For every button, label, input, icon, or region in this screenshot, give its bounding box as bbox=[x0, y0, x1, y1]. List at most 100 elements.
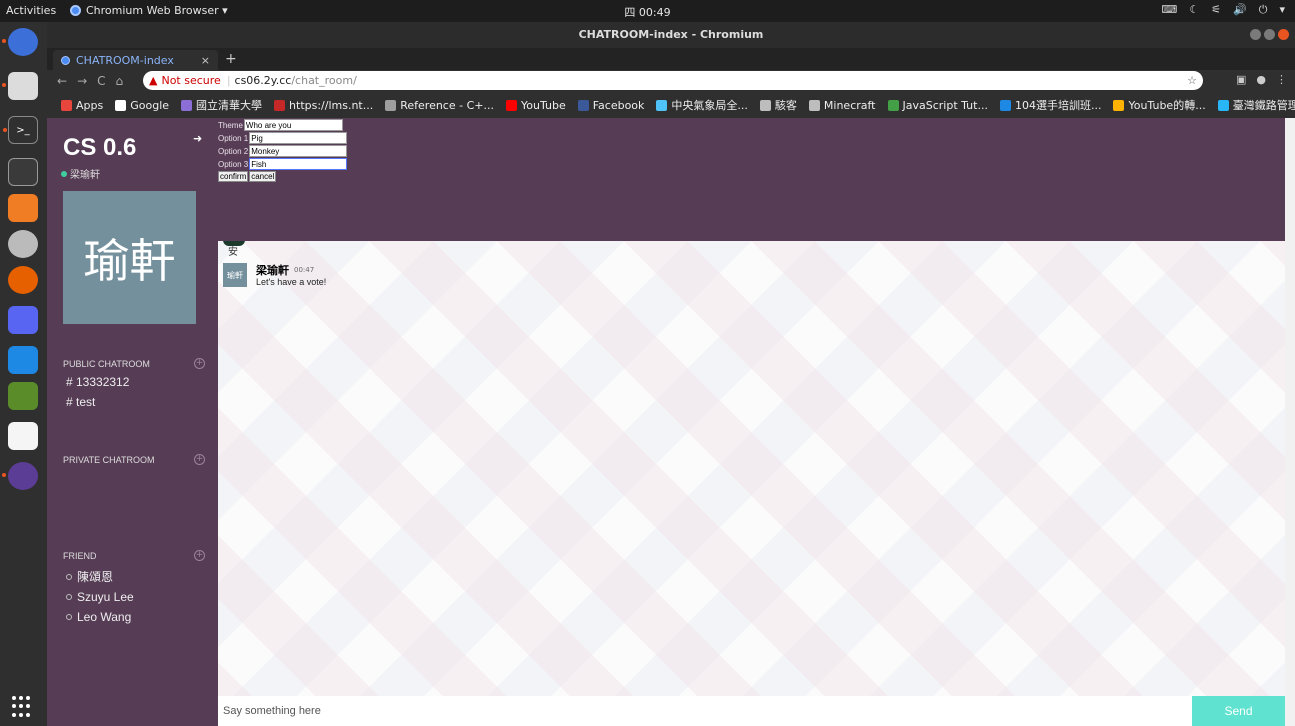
bookmark-item[interactable]: 駭客 bbox=[759, 97, 797, 113]
tab-strip: CHATROOM-index × + bbox=[47, 48, 1295, 70]
bookmark-item[interactable]: https://lms.nt... bbox=[274, 99, 373, 112]
bookmark-item[interactable]: Reference - C+... bbox=[385, 99, 494, 112]
friend-item[interactable]: 陳頌恩 bbox=[66, 568, 113, 585]
bookmark-item[interactable]: Google bbox=[115, 99, 169, 112]
bookmark-item[interactable]: JavaScript Tut... bbox=[887, 99, 988, 112]
tab-chatroom-index[interactable]: CHATROOM-index × bbox=[53, 50, 218, 70]
warning-icon: ▲ bbox=[149, 74, 158, 87]
close-tab-icon[interactable]: × bbox=[201, 54, 210, 67]
bookmark-label: Facebook bbox=[592, 98, 645, 112]
address-separator: | bbox=[226, 74, 231, 87]
show-applications-icon[interactable] bbox=[12, 696, 34, 718]
maximize-icon[interactable] bbox=[1264, 29, 1275, 40]
discord-dock-icon[interactable] bbox=[8, 306, 38, 334]
online-status-icon bbox=[61, 170, 67, 177]
bookmark-item[interactable]: YouTube的轉... bbox=[1113, 97, 1206, 113]
friend-item[interactable]: Szuyu Lee bbox=[66, 590, 134, 604]
bookmark-item[interactable]: YouTube bbox=[505, 99, 566, 112]
add-public-chatroom-icon[interactable]: + bbox=[194, 358, 205, 369]
sidebar: CS 0.6 ➜ 梁瑜軒 瑜軒 PUBLIC CHATROOM + # 1333… bbox=[47, 118, 218, 726]
bookmark-label: https://lms.nt... bbox=[289, 98, 374, 112]
bookmark-item[interactable]: 國立清華大學 bbox=[181, 97, 262, 113]
option3-input[interactable] bbox=[249, 158, 348, 170]
bookmark-item[interactable]: 104選手培訓班... bbox=[999, 97, 1101, 113]
chat-area: 安 瑜軒 梁瑜軒 00:47 Let's have a vote! Theme … bbox=[218, 118, 1285, 726]
files-dock-icon[interactable] bbox=[2, 72, 38, 100]
new-tab-icon[interactable]: + bbox=[225, 51, 237, 67]
friend-title: FRIEND bbox=[63, 551, 97, 561]
vote-panel: Theme Option 1 Option 2 Option 3 confirm bbox=[218, 118, 1285, 241]
profile-icon[interactable]: ● bbox=[1256, 73, 1266, 86]
url-host: cs06.2y.cc bbox=[234, 74, 292, 87]
send-button[interactable]: Send bbox=[1192, 696, 1285, 726]
home-icon[interactable]: ⌂ bbox=[116, 74, 124, 88]
address-bar[interactable]: ▲ Not secure | cs06.2y.cc /chat_room/ ☆ bbox=[143, 71, 1203, 90]
system-tray[interactable]: ⌨ ☾ ⚟ 🔊 ⏻ ▾ bbox=[1161, 3, 1285, 17]
menu-icon[interactable]: ⋮ bbox=[1276, 73, 1287, 86]
browser-window: CHATROOM-index - Chromium CHATROOM-index… bbox=[47, 22, 1295, 726]
writer-dock-icon[interactable] bbox=[8, 346, 38, 374]
reload-icon[interactable]: C bbox=[97, 74, 105, 88]
chromium-dock-icon[interactable] bbox=[2, 28, 38, 56]
bookmark-favicon-icon bbox=[61, 99, 72, 111]
close-window-icon[interactable] bbox=[1278, 29, 1289, 40]
minecraft-dock-icon[interactable] bbox=[8, 382, 38, 410]
bookmark-label: Reference - C+... bbox=[400, 98, 494, 112]
minimize-icon[interactable] bbox=[1250, 29, 1261, 40]
bookmark-item[interactable]: Apps bbox=[61, 99, 103, 112]
theme-input[interactable] bbox=[243, 119, 343, 131]
toolbar-extensions: ▣ ● ⋮ bbox=[1236, 73, 1287, 86]
back-icon[interactable]: ← bbox=[57, 74, 67, 88]
bookmark-favicon-icon bbox=[115, 99, 127, 111]
terminal-dock-icon[interactable]: >_ bbox=[3, 116, 38, 144]
vote-option3-row: Option 3 bbox=[218, 158, 348, 170]
app-menu[interactable]: Chromium Web Browser ▾ bbox=[70, 4, 228, 17]
room-item-test[interactable]: # test bbox=[66, 395, 95, 409]
window-controls bbox=[1250, 29, 1289, 40]
vote-option2-row: Option 2 bbox=[218, 145, 348, 157]
option1-input[interactable] bbox=[249, 132, 348, 144]
extension-icon[interactable]: ▣ bbox=[1236, 73, 1246, 86]
confirm-button[interactable]: confirm bbox=[218, 171, 249, 182]
bookmark-star-icon[interactable]: ☆ bbox=[1187, 74, 1197, 87]
add-friend-icon[interactable]: + bbox=[194, 550, 205, 561]
keyboard-icon[interactable]: ⌨ bbox=[1161, 3, 1177, 17]
friend-name: 陳頌恩 bbox=[77, 570, 114, 584]
disc-app-dock-icon[interactable] bbox=[2, 462, 38, 490]
logout-icon[interactable]: ➜ bbox=[193, 132, 202, 145]
cancel-button[interactable]: cancel bbox=[249, 171, 277, 182]
friend-item[interactable]: Leo Wang bbox=[66, 610, 131, 624]
firefox-dock-icon[interactable] bbox=[8, 266, 38, 294]
bookmark-item[interactable]: Facebook bbox=[577, 98, 645, 112]
system-monitor-dock-icon[interactable] bbox=[8, 158, 38, 186]
page-scrollbar[interactable] bbox=[1285, 118, 1295, 726]
tray-menu-arrow-icon[interactable]: ▾ bbox=[1279, 3, 1285, 17]
calculator-dock-icon[interactable] bbox=[8, 194, 38, 222]
friend-name: Szuyu Lee bbox=[77, 590, 134, 604]
username: 梁瑜軒 bbox=[70, 170, 100, 181]
activities-button[interactable]: Activities bbox=[6, 4, 56, 17]
not-secure-label[interactable]: Not secure bbox=[161, 74, 220, 87]
brand-logo: CS 0.6 bbox=[63, 134, 137, 161]
message-avatar: 瑜軒 bbox=[223, 263, 247, 287]
bookmark-item[interactable]: 臺灣鐵路管理... bbox=[1217, 97, 1295, 113]
bookmark-label: YouTube的轉... bbox=[1128, 99, 1206, 112]
bookmark-item[interactable]: 中央氣象局全... bbox=[656, 97, 748, 113]
option2-input[interactable] bbox=[249, 145, 348, 157]
bookmark-favicon-icon bbox=[808, 99, 820, 111]
chromium-icon bbox=[70, 5, 81, 16]
bookmark-item[interactable]: Minecraft bbox=[808, 99, 876, 112]
add-private-chatroom-icon[interactable]: + bbox=[194, 454, 205, 465]
wifi-icon: ⚟ bbox=[1211, 3, 1222, 16]
chatroom-page: CS 0.6 ➜ 梁瑜軒 瑜軒 PUBLIC CHATROOM + # 1333… bbox=[47, 118, 1295, 726]
friend-name: Leo Wang bbox=[77, 610, 132, 624]
message-input[interactable] bbox=[223, 696, 1183, 726]
public-chatroom-title: PUBLIC CHATROOM bbox=[63, 359, 150, 369]
bookmark-label: Google bbox=[130, 98, 170, 112]
message-author: 梁瑜軒 bbox=[256, 264, 289, 277]
pdf-viewer-dock-icon[interactable] bbox=[8, 422, 38, 450]
forward-icon[interactable]: → bbox=[77, 74, 87, 88]
settings-dock-icon[interactable] bbox=[8, 230, 38, 258]
room-item-13332312[interactable]: # 13332312 bbox=[66, 375, 129, 389]
option1-label: Option 1 bbox=[218, 133, 249, 143]
